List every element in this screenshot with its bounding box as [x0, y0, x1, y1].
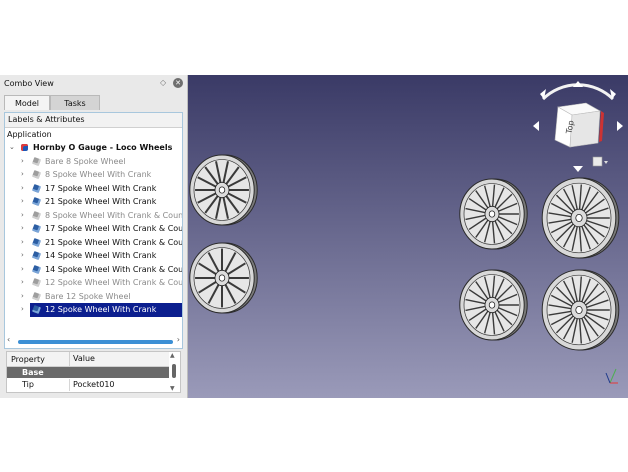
arrow-down-icon[interactable] [573, 166, 583, 172]
document-icon [21, 144, 28, 151]
tree-item[interactable]: › 17 Spoke Wheel With Crank [5, 182, 182, 196]
tree-item-label: 21 Spoke Wheel With Crank & Counte [45, 237, 183, 247]
tree-item[interactable]: › 8 Spoke Wheel With Crank & Counter [5, 209, 182, 223]
chevron-right-icon[interactable]: › [21, 290, 24, 304]
combo-view-title: Combo View [4, 79, 54, 88]
part-icon [32, 183, 41, 193]
tree-item-label: 8 Spoke Wheel With Crank & Counter [45, 210, 183, 220]
chevron-right-icon[interactable]: › [21, 209, 24, 223]
tree-item-label: Bare 12 Spoke Wheel [45, 291, 131, 301]
tree-item-document[interactable]: ⌄ Hornby O Gauge - Loco Wheels [5, 141, 182, 155]
tree-item[interactable]: › 12 Spoke Wheel With Crank & Counte [5, 276, 182, 290]
tree-item[interactable]: › 12 Spoke Wheel With Crank [5, 303, 182, 317]
tree-item[interactable]: › 14 Spoke Wheel With Crank [5, 249, 182, 263]
property-group-base[interactable]: Base [7, 367, 169, 378]
tree-item-label: 21 Spoke Wheel With Crank [45, 197, 157, 206]
navigation-overlay: Top [533, 81, 623, 384]
value-column-header[interactable]: Value [69, 352, 95, 366]
chevron-right-icon[interactable]: › [21, 222, 24, 236]
scrollbar-thumb[interactable] [172, 364, 176, 378]
combo-view-panel: Combo View ◇ ✕ Model Tasks Labels & Attr… [0, 75, 188, 398]
property-key: Tip [22, 380, 34, 389]
scroll-right-icon[interactable]: › [177, 335, 180, 344]
view-menu-arrow-icon[interactable] [604, 161, 608, 164]
tree-item[interactable]: › Bare 12 Spoke Wheel [5, 290, 182, 304]
scrollbar-thumb[interactable] [18, 340, 173, 344]
part-icon [32, 237, 41, 247]
property-value[interactable]: Pocket010 [69, 379, 115, 391]
tree-item-label: 8 Spoke Wheel With Crank [45, 170, 152, 179]
tree-item-label: 14 Spoke Wheel With Crank [45, 251, 157, 260]
chevron-right-icon[interactable]: › [21, 263, 24, 277]
tab-tasks[interactable]: Tasks [50, 95, 100, 110]
tree-item[interactable]: › 8 Spoke Wheel With Crank [5, 168, 182, 182]
tree-item-label: 12 Spoke Wheel With Crank & Counte [45, 278, 183, 287]
close-icon[interactable]: ✕ [173, 78, 183, 88]
tree-application-label: Application [7, 130, 52, 139]
property-row[interactable]: Tip Pocket010 [7, 379, 169, 391]
tree-item-label: Bare 8 Spoke Wheel [45, 156, 126, 166]
chevron-right-icon[interactable]: › [21, 195, 24, 209]
scroll-left-icon[interactable]: ‹ [7, 335, 10, 344]
property-vertical-scrollbar[interactable]: ▲ ▼ [169, 352, 179, 392]
part-icon [32, 156, 41, 166]
scroll-up-icon[interactable]: ▲ [170, 352, 175, 359]
tree-item-label: 12 Spoke Wheel With Crank [45, 305, 157, 314]
chevron-down-icon[interactable]: ⌄ [9, 141, 15, 155]
scroll-down-icon[interactable]: ▼ [170, 385, 175, 392]
undock-icon[interactable]: ◇ [160, 78, 166, 87]
chevron-right-icon[interactable]: › [21, 155, 24, 169]
chevron-right-icon[interactable]: › [21, 276, 24, 290]
arrow-left-icon[interactable] [533, 121, 539, 131]
part-icon [32, 170, 41, 179]
freecad-window: Combo View ◇ ✕ Model Tasks Labels & Attr… [0, 75, 628, 398]
chevron-right-icon[interactable]: › [21, 182, 24, 196]
axis-triad-icon [605, 368, 618, 384]
part-icon [32, 278, 41, 287]
part-icon [32, 264, 41, 274]
tree-header: Labels & Attributes [5, 113, 182, 128]
part-icon [32, 210, 41, 220]
chevron-right-icon[interactable]: › [21, 303, 24, 317]
tree-item-label: 14 Spoke Wheel With Crank & Counte [45, 264, 183, 274]
tree-horizontal-scrollbar[interactable]: ‹ › [4, 335, 183, 347]
property-column-header[interactable]: Property [11, 355, 45, 364]
tree-item[interactable]: › 21 Spoke Wheel With Crank & Counte [5, 236, 182, 250]
part-icon [32, 251, 41, 260]
view-menu-cube-icon[interactable] [592, 156, 603, 167]
combo-view-titlebar: Combo View ◇ ✕ [0, 75, 187, 93]
tree-item[interactable]: › 17 Spoke Wheel With Crank & Counte [5, 222, 182, 236]
arrow-right-icon[interactable] [617, 121, 623, 131]
part-icon [32, 224, 41, 233]
chevron-right-icon[interactable]: › [21, 249, 24, 263]
3d-view[interactable]: Top [188, 75, 628, 398]
tab-model[interactable]: Model [4, 95, 50, 110]
tree-children: › Bare 8 Spoke Wheel › 8 Spoke Wheel With C… [5, 155, 182, 317]
part-icon [32, 291, 41, 301]
tree-item[interactable]: › 14 Spoke Wheel With Crank & Counte [5, 263, 182, 277]
part-icon [32, 197, 41, 206]
chevron-right-icon[interactable]: › [21, 168, 24, 182]
tree-item-label: Hornby O Gauge - Loco Wheels [33, 143, 173, 152]
tree-item-label: 17 Spoke Wheel With Crank & Counte [45, 224, 183, 233]
property-view: Property Value Base Tip Pocket010 ▲ ▼ [6, 351, 181, 393]
tree-item-label: 17 Spoke Wheel With Crank [45, 183, 157, 193]
model-tree[interactable]: Labels & Attributes Application ⌄ Hornby… [4, 112, 183, 349]
tree-item[interactable]: › Bare 8 Spoke Wheel [5, 155, 182, 169]
navigation-cube[interactable]: Top [533, 81, 623, 172]
tree-item[interactable]: › 21 Spoke Wheel With Crank [5, 195, 182, 209]
chevron-right-icon[interactable]: › [21, 236, 24, 250]
property-table-header: Property Value [7, 352, 169, 367]
